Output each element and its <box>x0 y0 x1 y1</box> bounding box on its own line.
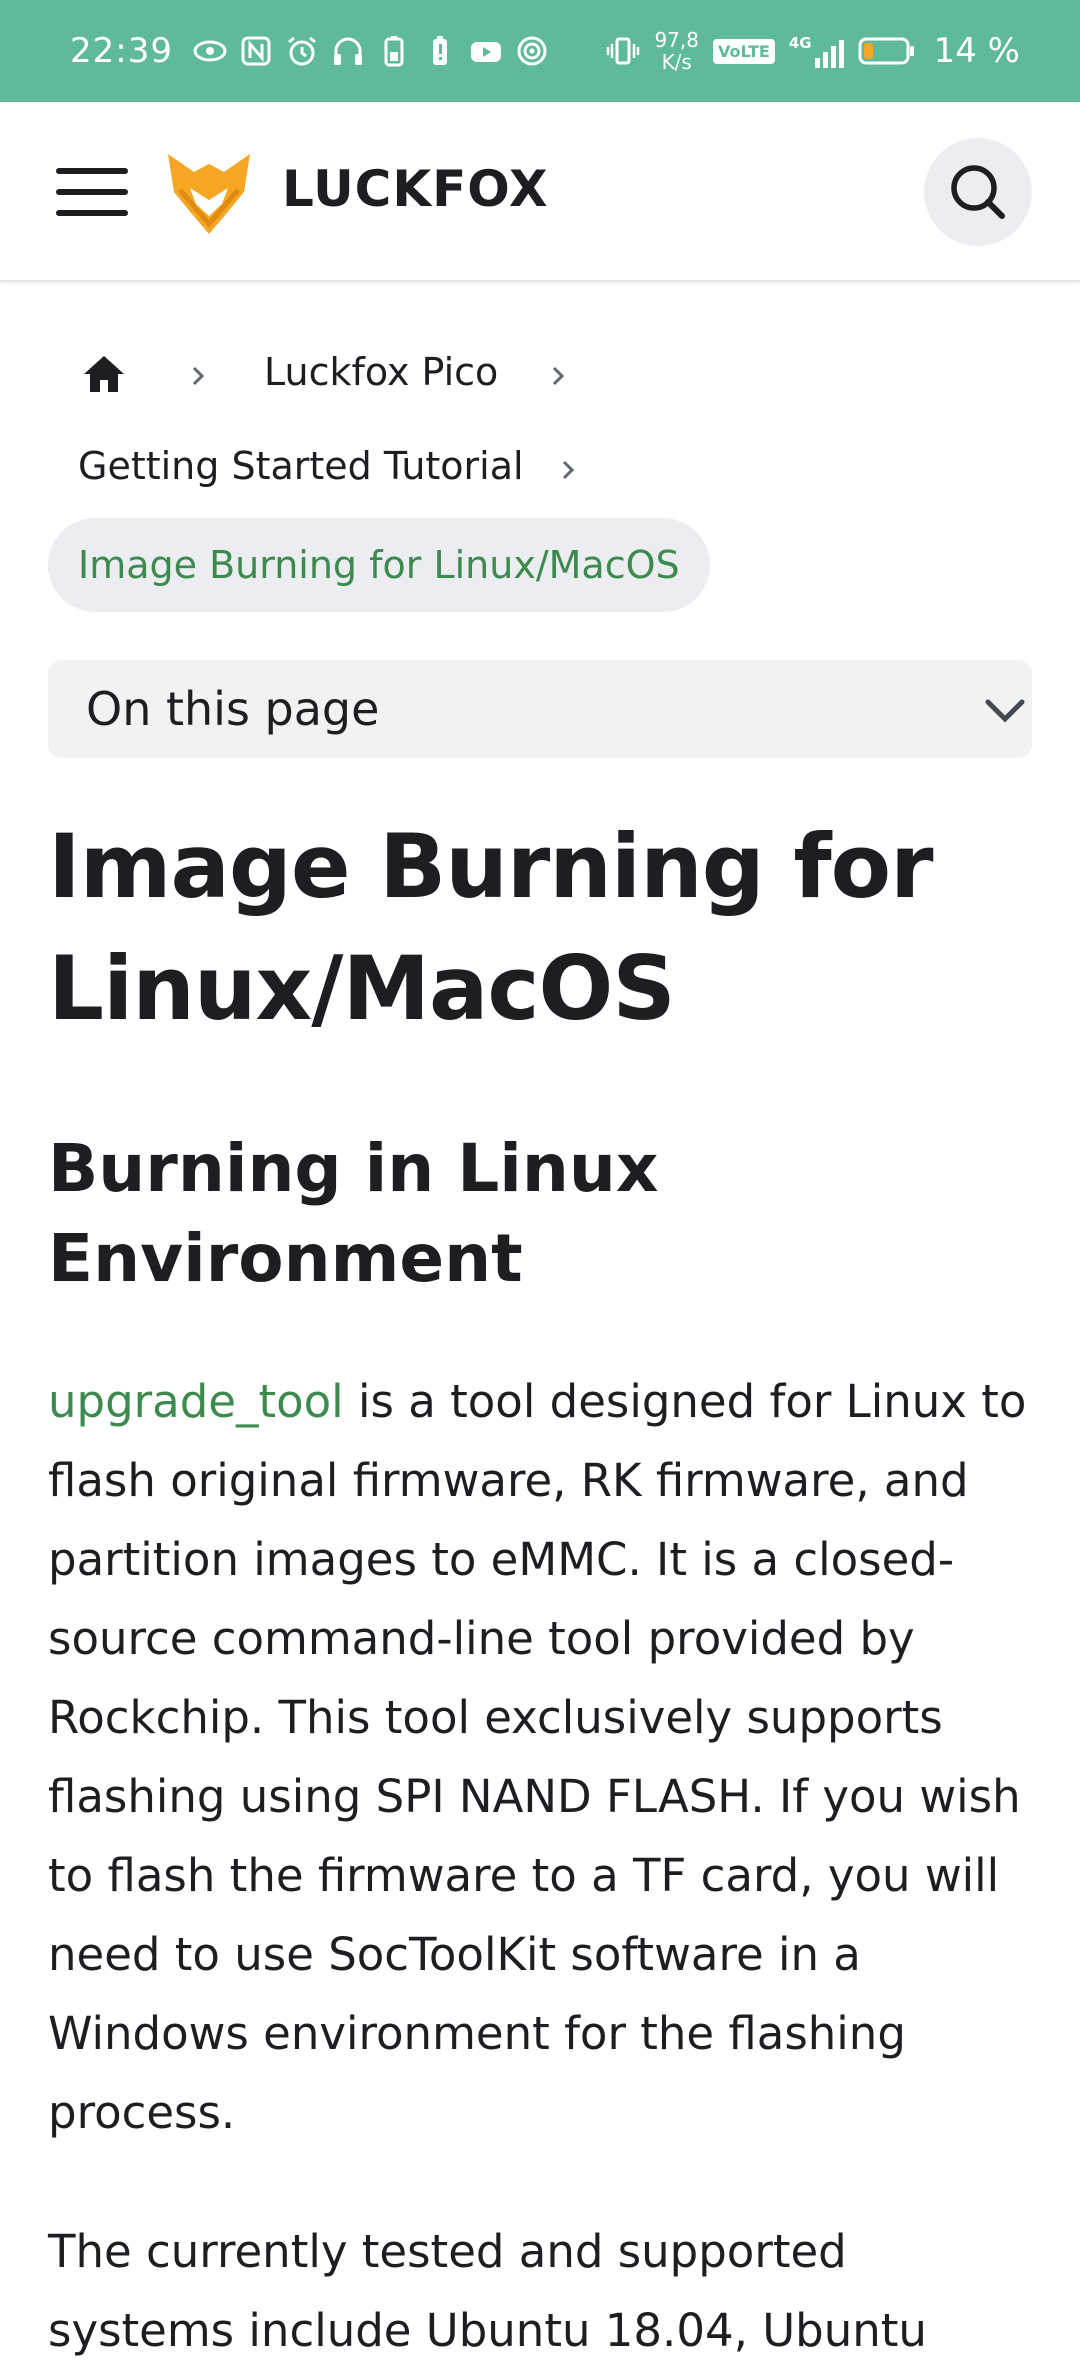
page-title: Image Burning for Linux/MacOS <box>48 806 1038 1050</box>
breadcrumb-item-getting-started[interactable]: Getting Started Tutorial <box>78 444 524 488</box>
vibrate-icon <box>606 34 640 68</box>
chevron-right-icon <box>192 366 205 386</box>
network-speed-value: 97,8 <box>654 28 699 52</box>
hamburger-line <box>56 168 128 174</box>
hotspot-icon <box>515 34 549 68</box>
status-bar: 22:39 97,8 K/s VoLTE 4G 14 % <box>0 0 1080 102</box>
hamburger-line <box>56 189 128 195</box>
alarm-icon <box>285 34 319 68</box>
chevron-down-icon <box>985 699 1025 723</box>
eye-icon <box>193 34 227 68</box>
battery-alert-icon <box>423 34 457 68</box>
signal-strength: 4G <box>789 34 844 68</box>
hamburger-line <box>56 210 128 216</box>
supported-systems-line-1: The currently tested and supported <box>48 2225 847 2278</box>
brand-name[interactable]: LUCKFOX <box>282 160 549 218</box>
chevron-right-icon <box>562 460 575 480</box>
intro-paragraph: upgrade_tool is a tool designed for Linu… <box>48 1362 1048 2152</box>
supported-systems-paragraph: The currently tested and supported syste… <box>48 2212 1048 2370</box>
volte-badge: VoLTE <box>712 38 775 64</box>
signal-bar <box>814 58 820 68</box>
status-right: 97,8 K/s VoLTE 4G 14 % <box>606 29 1020 73</box>
network-speed-unit: K/s <box>661 50 692 74</box>
chevron-right-icon <box>552 366 565 386</box>
network-speed: 97,8 K/s <box>654 29 699 73</box>
luckfox-logo-icon[interactable] <box>160 144 258 242</box>
on-this-page-label: On this page <box>86 682 380 736</box>
youtube-icon <box>469 34 503 68</box>
battery-icon <box>858 34 916 68</box>
navbar: LUCKFOX <box>0 102 1080 282</box>
signal-bar <box>838 40 844 68</box>
nfc-icon <box>239 34 273 68</box>
home-icon[interactable] <box>82 354 126 394</box>
breadcrumb-item-luckfox-pico[interactable]: Luckfox Pico <box>264 350 498 394</box>
section-heading: Burning in Linux Environment <box>48 1124 1038 1304</box>
network-type: 4G <box>788 34 812 52</box>
page-title-line-2: Linux/MacOS <box>48 937 676 1040</box>
signal-bar <box>822 52 828 68</box>
headphones-icon <box>331 34 365 68</box>
menu-button[interactable] <box>56 164 128 220</box>
status-time: 22:39 <box>70 31 173 71</box>
upgrade-tool-link[interactable]: upgrade_tool <box>48 1375 344 1428</box>
status-left: 22:39 <box>70 31 549 71</box>
battery-percent: 14 % <box>933 31 1020 71</box>
section-heading-line-1: Burning in Linux <box>48 1130 659 1207</box>
section-heading-line-2: Environment <box>48 1220 523 1297</box>
on-this-page-dropdown[interactable]: On this page <box>48 660 1032 758</box>
intro-paragraph-text: is a tool designed for Linux to flash or… <box>48 1375 1027 2139</box>
search-button[interactable] <box>924 138 1032 246</box>
signal-bar <box>830 46 836 68</box>
page-title-line-1: Image Burning for <box>48 815 933 918</box>
search-icon <box>951 165 1005 219</box>
supported-systems-line-2: systems include Ubuntu 18.04, Ubuntu <box>48 2304 927 2357</box>
battery-saver-icon <box>377 34 411 68</box>
breadcrumb-item-current: Image Burning for Linux/MacOS <box>48 518 710 612</box>
